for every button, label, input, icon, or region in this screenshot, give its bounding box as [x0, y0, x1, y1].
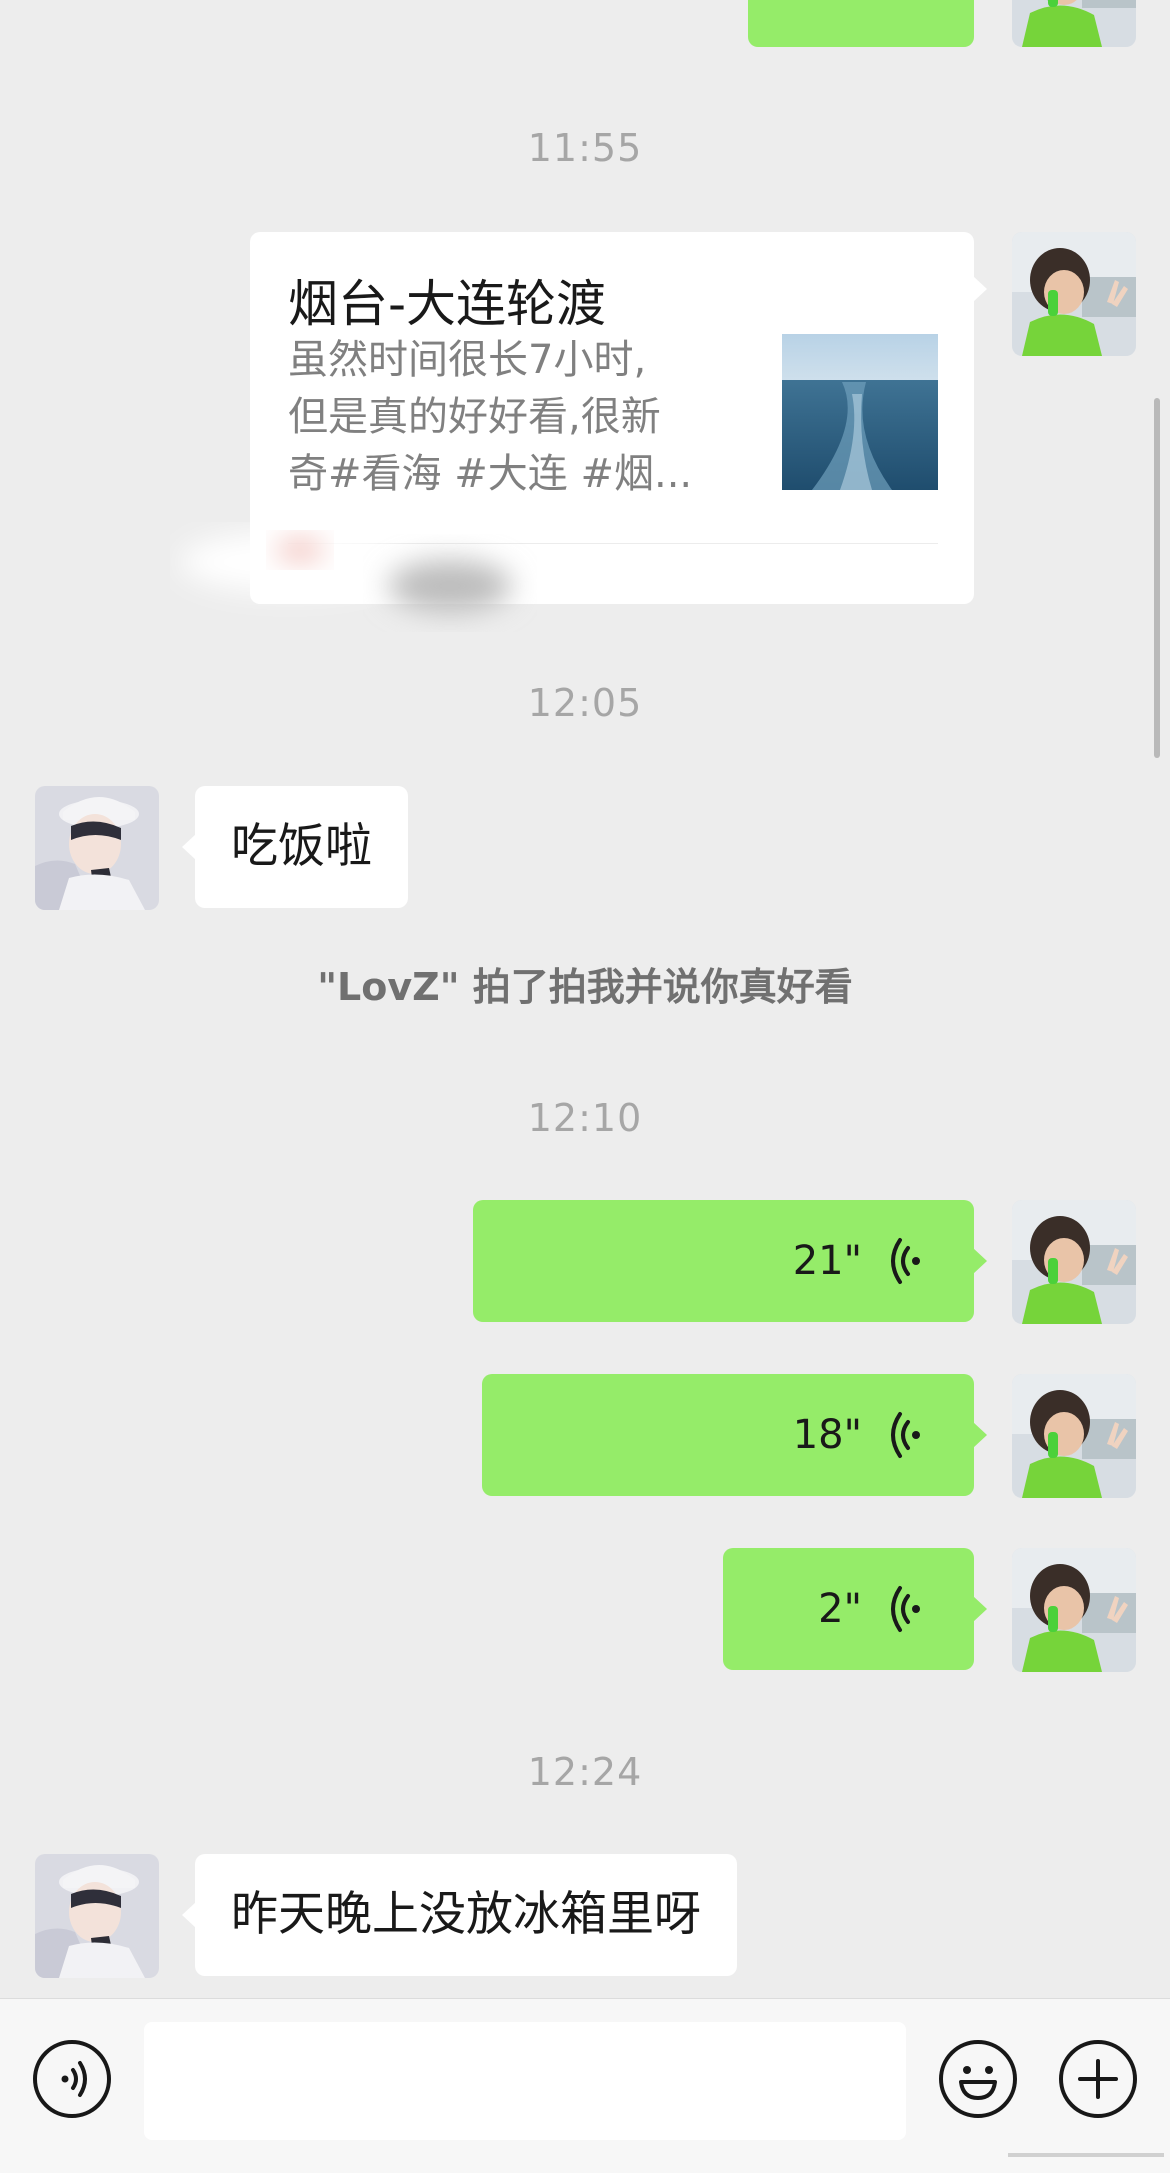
watermark: [1008, 2153, 1164, 2157]
emoji-icon: [943, 2044, 1013, 2118]
timestamp: 12:05: [527, 681, 643, 725]
received-message[interactable]: 吃饭啦: [182, 786, 408, 908]
voice-wave-icon: [890, 1410, 924, 1460]
self-avatar[interactable]: [1012, 232, 1136, 356]
self-avatar[interactable]: [1012, 1548, 1136, 1672]
self-avatar[interactable]: [1012, 1200, 1136, 1324]
voice-wave-icon: [890, 1584, 924, 1634]
card-title: 烟台-大连轮渡: [288, 275, 607, 333]
message-text: 昨天晚上没放冰箱里呀: [231, 1887, 701, 1942]
voice-duration: 18": [792, 1412, 862, 1458]
voice-mode-button[interactable]: [33, 2040, 111, 2118]
card-desc-line: 但是真的好好看,很新: [288, 394, 661, 440]
blurred-source-label: [180, 532, 512, 612]
self-avatar[interactable]: [1012, 0, 1136, 47]
scrollbar[interactable]: [1154, 398, 1160, 758]
plus-icon: [1063, 2044, 1133, 2118]
card-desc-line: 奇#看海 #大连 #烟...: [288, 451, 693, 497]
message-text: 吃饭啦: [231, 819, 372, 874]
self-avatar[interactable]: [1012, 1374, 1136, 1498]
timestamp: 12:10: [527, 1096, 643, 1140]
input-bar: [0, 1998, 1170, 2173]
emoji-button[interactable]: [939, 2040, 1017, 2118]
received-message[interactable]: 昨天晚上没放冰箱里呀: [182, 1854, 737, 1976]
voice-wave-icon: [890, 1236, 924, 1286]
link-card[interactable]: 烟台-大连轮渡 虽然时间很长7小时, 但是真的好好看,很新 奇#看海 #大连 #…: [180, 232, 987, 612]
card-desc-line: 虽然时间很长7小时,: [288, 337, 647, 383]
card-thumbnail-image: [782, 334, 938, 490]
timestamp: 12:24: [527, 1750, 643, 1794]
timestamp: 11:55: [527, 126, 643, 170]
voice-message[interactable]: 21": [473, 1200, 987, 1322]
card-description: 虽然时间很长7小时, 但是真的好好看,很新 奇#看海 #大连 #烟...: [288, 332, 748, 503]
more-options-button[interactable]: [1059, 2040, 1137, 2118]
voice-duration: 21": [792, 1238, 862, 1284]
voice-message[interactable]: 18": [482, 1374, 987, 1496]
pat-notification: "LovZ" 拍了拍我并说你真好看: [317, 965, 853, 1009]
contact-avatar[interactable]: [35, 1854, 159, 1978]
voice-mode-icon: [37, 2044, 107, 2118]
message-input[interactable]: [144, 2022, 906, 2140]
contact-avatar[interactable]: [35, 786, 159, 910]
card-divider: [288, 543, 938, 544]
voice-duration: 2": [818, 1586, 862, 1632]
partial-sent-bubble[interactable]: [748, 0, 974, 47]
voice-message[interactable]: 2": [723, 1548, 987, 1670]
